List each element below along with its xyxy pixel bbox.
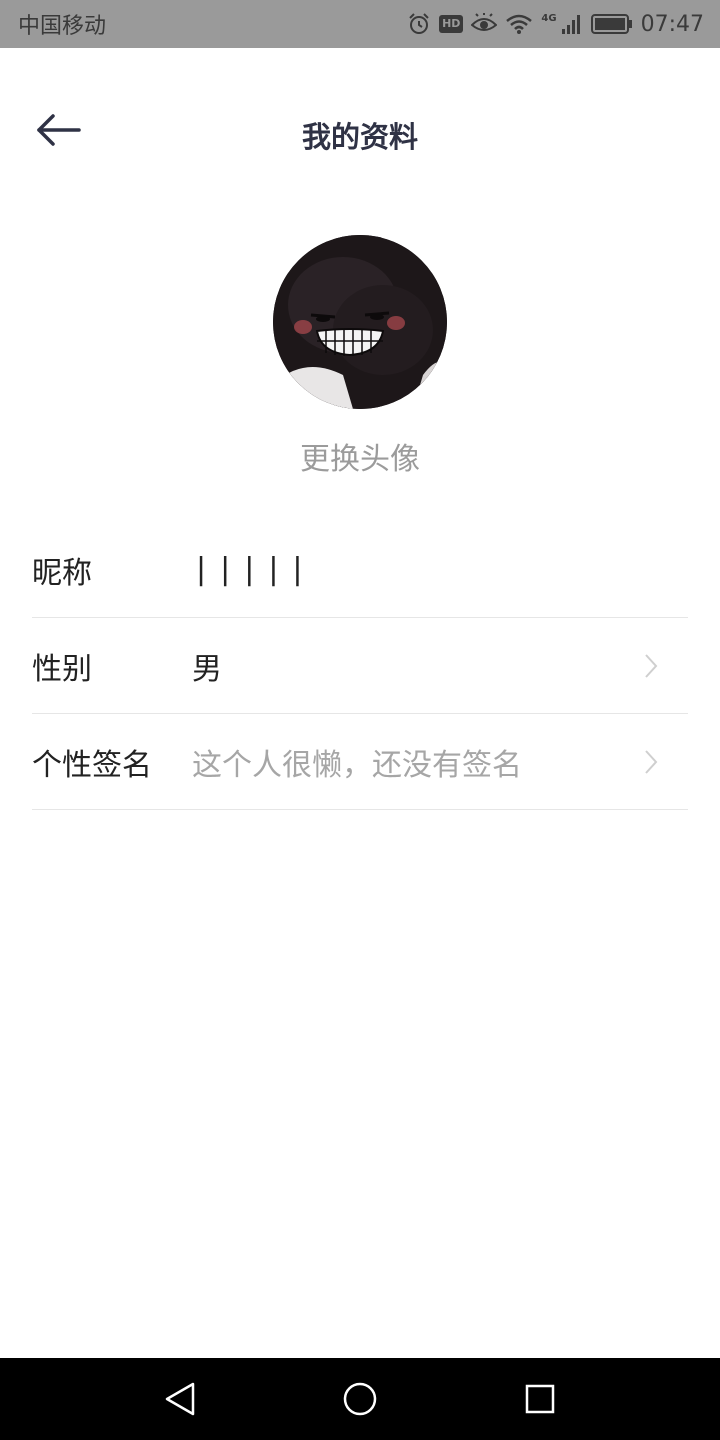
back-triangle-icon bbox=[165, 1382, 195, 1416]
signature-row[interactable]: 个性签名 这个人很懒，还没有签名 bbox=[32, 714, 688, 810]
gender-value: 男 bbox=[192, 651, 222, 687]
signature-value: 这个人很懒，还没有签名 bbox=[192, 747, 522, 783]
nav-home-button[interactable] bbox=[333, 1372, 387, 1426]
battery-icon bbox=[590, 13, 633, 35]
gender-row[interactable]: 性别 男 bbox=[32, 618, 688, 714]
carrier-name: 中国移动 bbox=[18, 14, 107, 39]
hd-icon: HD bbox=[439, 15, 464, 33]
recents-square-icon bbox=[525, 1384, 555, 1414]
signature-label: 个性签名 bbox=[32, 747, 152, 783]
nav-back-button[interactable] bbox=[153, 1372, 207, 1426]
home-circle-icon bbox=[343, 1382, 377, 1416]
nickname-row[interactable]: 昵称 ||||| bbox=[32, 522, 688, 618]
status-time: 07:47 bbox=[640, 11, 704, 37]
chevron-right-icon bbox=[645, 749, 658, 774]
alarm-icon bbox=[407, 12, 431, 36]
header: 我的资料 bbox=[0, 48, 720, 218]
status-icons: HD 4G 07:47 bbox=[407, 12, 704, 37]
change-avatar-link[interactable]: 更换头像 bbox=[0, 434, 720, 478]
avatar-image bbox=[273, 235, 447, 409]
profile-info-list: 昵称 ||||| 性别 男 个性签名 这个人很懒，还没有签名 bbox=[32, 522, 688, 810]
page-title: 我的资料 bbox=[301, 120, 418, 154]
network-type-label: 4G bbox=[541, 12, 557, 24]
status-bar: 中国移动 HD 4G 07:47 bbox=[0, 0, 720, 48]
nav-recents-button[interactable] bbox=[513, 1372, 567, 1426]
eye-icon bbox=[471, 13, 498, 35]
signal-icon bbox=[561, 13, 583, 35]
nickname-label: 昵称 bbox=[32, 555, 92, 591]
nickname-value: ||||| bbox=[196, 552, 317, 587]
avatar[interactable] bbox=[273, 235, 447, 409]
profile-screen: 中国移动 HD 4G 07:47 我的资料 更换头像 昵称 ||||| 性别 男… bbox=[0, 0, 720, 1440]
wifi-icon bbox=[505, 13, 533, 35]
gender-label: 性别 bbox=[32, 651, 92, 687]
system-nav-bar bbox=[0, 1358, 720, 1440]
chevron-right-icon bbox=[645, 653, 658, 678]
